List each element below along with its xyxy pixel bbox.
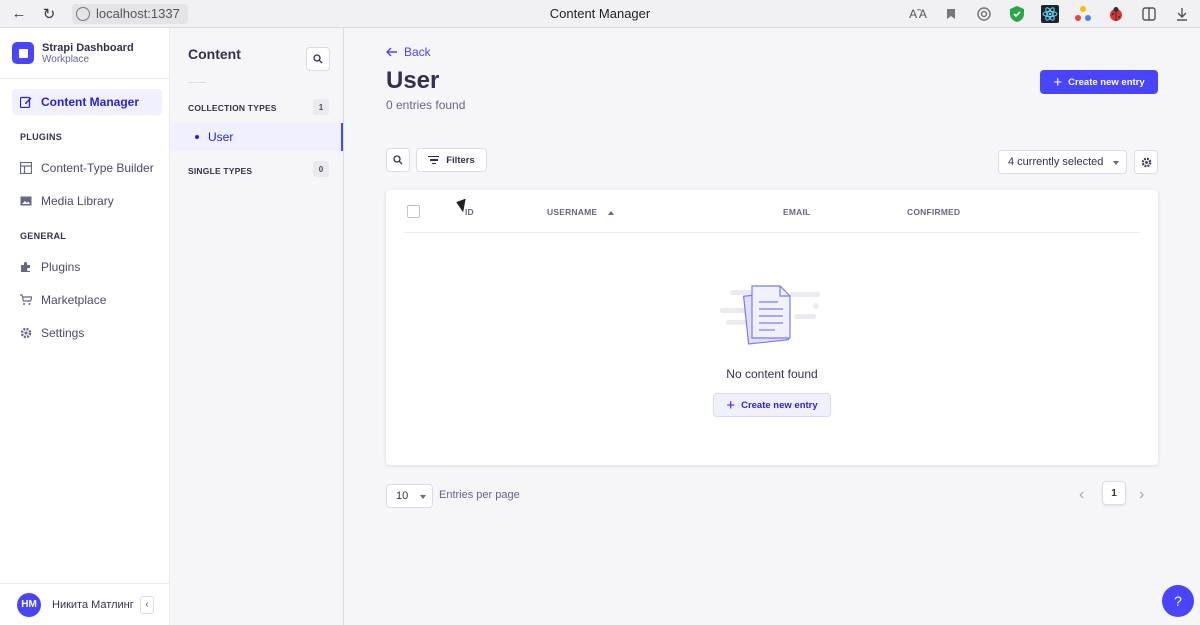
- subnav-title: Content: [188, 46, 241, 62]
- sidebar-item-settings[interactable]: Settings: [12, 320, 162, 346]
- layout-icon: [20, 162, 32, 174]
- sidebar-item-media-library[interactable]: Media Library: [12, 188, 162, 214]
- button-label: Create new entry: [741, 399, 818, 411]
- table-settings-button[interactable]: [1134, 150, 1158, 174]
- create-new-entry-button[interactable]: + Create new entry: [1040, 70, 1158, 94]
- select-all-checkbox[interactable]: [407, 205, 420, 218]
- gear-icon: [1141, 157, 1151, 167]
- next-page-icon[interactable]: ›: [1139, 486, 1144, 504]
- search-button[interactable]: [386, 148, 410, 172]
- sidebar-item-content-type-builder[interactable]: Content-Type Builder: [12, 155, 162, 181]
- sidebar-item-label: Marketplace: [41, 293, 107, 307]
- download-icon[interactable]: [1172, 4, 1192, 24]
- translate-icon[interactable]: AἊ: [908, 4, 928, 24]
- puzzle-icon: [21, 262, 30, 272]
- address-bar[interactable]: localhost:1337: [72, 3, 188, 24]
- sidebar-item-label: Content Manager: [41, 95, 140, 109]
- image-icon: [20, 196, 32, 206]
- avatar: HM: [17, 592, 41, 617]
- sidebar-item-plugins[interactable]: Plugins: [12, 254, 162, 280]
- collapse-sidebar-button[interactable]: ‹: [140, 595, 154, 614]
- sidebar-item-content-manager[interactable]: Content Manager: [12, 89, 162, 115]
- back-link[interactable]: Back: [386, 45, 431, 59]
- empty-create-entry-button[interactable]: + Create new entry: [713, 393, 831, 417]
- react-devtools-icon[interactable]: [1040, 4, 1060, 24]
- gear-icon: [20, 327, 32, 339]
- main-content: Back User 0 entries found + Create new e…: [344, 28, 1200, 625]
- reload-icon[interactable]: ↻: [38, 3, 60, 25]
- single-types-heading[interactable]: SINGLE TYPES: [188, 166, 252, 176]
- brand-header: Strapi Dashboard Workplace: [0, 28, 169, 79]
- bookmark-icon[interactable]: [941, 4, 961, 24]
- user-name: Никита Матлинг: [52, 598, 134, 611]
- brand-subtitle: Workplace: [42, 53, 90, 65]
- help-button[interactable]: ?: [1162, 585, 1194, 617]
- column-header-username[interactable]: USERNAME: [547, 207, 614, 217]
- back-label: Back: [404, 45, 431, 59]
- per-page-label: Entries per page: [439, 489, 520, 501]
- subnav-item-user[interactable]: User: [170, 123, 343, 151]
- plus-icon: +: [726, 396, 736, 414]
- search-icon: [313, 54, 323, 64]
- page-number-current[interactable]: 1: [1102, 481, 1126, 505]
- user-profile[interactable]: HM Никита Матлинг ‹: [0, 583, 170, 625]
- url-text: localhost:1337: [96, 6, 180, 21]
- column-header-email[interactable]: EMAIL: [783, 207, 810, 217]
- sidebar-item-label: Media Library: [41, 194, 114, 208]
- subnav-search-button[interactable]: [306, 47, 330, 71]
- column-header-label: USERNAME: [547, 207, 598, 217]
- collection-types-heading[interactable]: COLLECTION TYPES: [188, 103, 277, 113]
- button-label: Create new entry: [1068, 76, 1145, 88]
- filters-button[interactable]: Filters: [416, 148, 487, 172]
- table-header-divider: [404, 232, 1140, 233]
- extensions-puzzle-icon[interactable]: [1139, 4, 1159, 24]
- content-subnav: Content COLLECTION TYPES 1 User SINGLE T…: [170, 28, 344, 625]
- section-general: GENERAL: [20, 231, 67, 241]
- collection-types-count: 1: [313, 99, 329, 115]
- entries-per-page-select[interactable]: 10: [386, 484, 433, 508]
- main-sidebar: Strapi Dashboard Workplace Content Manag…: [0, 28, 170, 625]
- sort-ascending-icon: [607, 210, 614, 215]
- plus-icon: +: [1053, 73, 1063, 91]
- bullet-icon: [195, 135, 199, 139]
- subnav-item-label: User: [208, 130, 234, 144]
- column-header-confirmed[interactable]: CONFIRMED: [907, 207, 960, 217]
- sidebar-item-label: Content-Type Builder: [41, 161, 154, 175]
- filter-icon: [428, 155, 440, 165]
- back-arrow-icon[interactable]: ←: [8, 3, 30, 25]
- sidebar-item-label: Plugins: [41, 260, 81, 274]
- page-title: User: [386, 67, 440, 94]
- filters-label: Filters: [446, 154, 475, 166]
- sidebar-item-marketplace[interactable]: Marketplace: [12, 287, 162, 313]
- empty-state-message: No content found: [726, 367, 818, 381]
- cart-icon: [20, 294, 32, 305]
- single-types-count: 0: [313, 161, 329, 177]
- search-icon: [393, 155, 403, 165]
- entries-count: 0 entries found: [386, 98, 466, 112]
- sidebar-item-label: Settings: [41, 326, 85, 340]
- ladybug-icon[interactable]: [1106, 4, 1126, 24]
- subnav-divider: [188, 82, 206, 83]
- chevron-down-icon: [420, 495, 426, 499]
- section-plugins: PLUGINS: [20, 132, 63, 142]
- chevron-left-icon: ‹: [145, 599, 149, 610]
- entries-table: ID USERNAME EMAIL CONFIRMED No content f…: [386, 190, 1158, 465]
- chevron-down-icon: [1113, 161, 1119, 165]
- strapi-logo-icon: [12, 42, 34, 64]
- columns-select-value: 4 currently selected: [1008, 156, 1104, 168]
- pencil-icon: [20, 96, 32, 108]
- browser-toolbar: ← ↻ localhost:1337 Content Manager AἊ: [0, 0, 1200, 28]
- site-info-icon[interactable]: [76, 6, 90, 21]
- empty-documents-icon: [720, 285, 820, 345]
- arrow-left-icon: [386, 47, 397, 57]
- brand-title: Strapi Dashboard: [42, 41, 134, 54]
- columns-select[interactable]: 4 currently selected: [998, 150, 1127, 174]
- per-page-value: 10: [396, 490, 409, 502]
- extension-circle-icon[interactable]: [974, 4, 994, 24]
- shield-extension-icon[interactable]: [1007, 4, 1027, 24]
- previous-page-icon[interactable]: ‹: [1079, 486, 1084, 504]
- color-dots-icon[interactable]: [1073, 4, 1093, 24]
